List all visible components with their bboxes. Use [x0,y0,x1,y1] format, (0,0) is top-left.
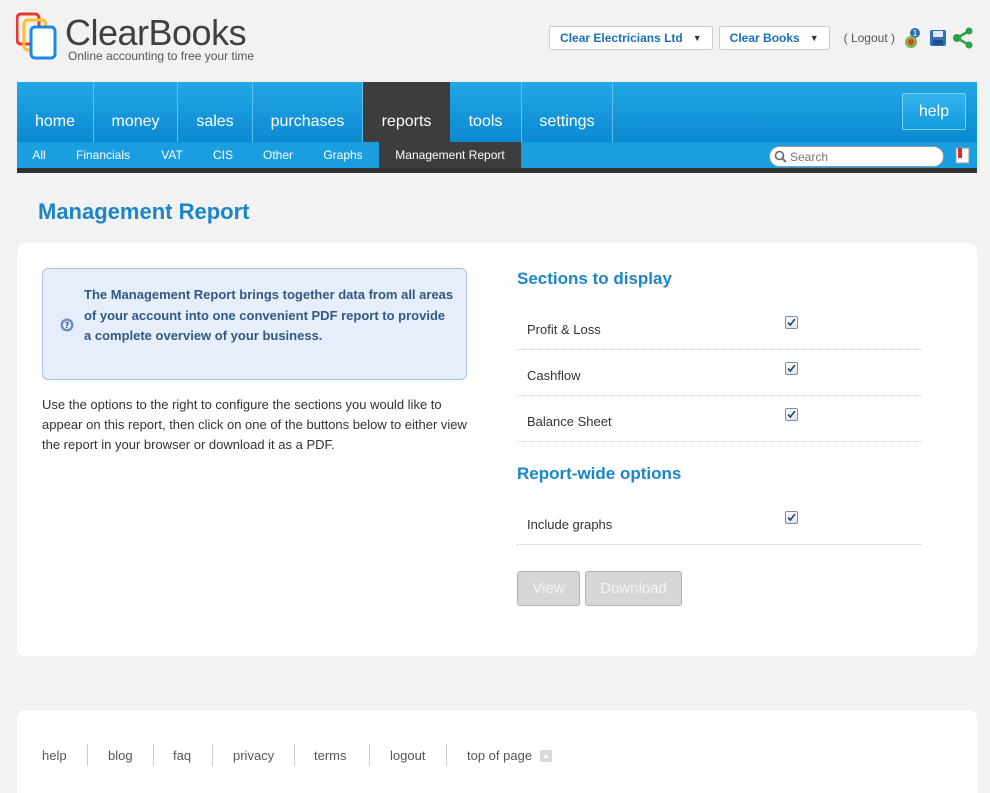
footer-link-logout[interactable]: logout [390,748,425,763]
svg-text:?: ? [65,321,70,330]
account-toolbar: Clear Electricians Ltd ▼ Clear Books ▼ (… [549,25,974,51]
footer-divider [369,744,370,766]
nav-home[interactable]: home [17,82,94,142]
option-label: Cashflow [527,368,581,383]
info-text: The Management Report brings together da… [84,287,454,343]
info-box: ? The Management Report brings together … [42,268,467,380]
help-info-icon: ? [60,318,74,332]
subnav-cis[interactable]: CIS [205,142,241,168]
download-button[interactable]: Download [585,571,682,606]
nav-purchases[interactable]: purchases [253,82,363,142]
reports-subnav: All Financials VAT CIS Other Graphs Mana… [17,142,977,173]
option-row-balance-sheet: Balance Sheet [517,396,921,442]
save-icon[interactable] [927,27,949,49]
footer-divider [446,744,447,766]
search-icon [774,150,787,163]
subnav-management-report[interactable]: Management Report [379,142,521,168]
subnav-other[interactable]: Other [255,142,301,168]
option-label: Balance Sheet [527,414,612,429]
footer-link-top-of-page[interactable]: top of page [467,748,532,763]
include-graphs-checkbox[interactable] [785,511,798,524]
product-selector[interactable]: Clear Books ▼ [718,26,830,50]
footer-divider [294,744,295,766]
option-label: Profit & Loss [527,322,601,337]
balance-sheet-checkbox[interactable] [785,408,798,421]
pdf-icon[interactable] [955,147,971,164]
sections-heading: Sections to display [517,269,672,288]
logout-link[interactable]: ( Logout ) [844,31,895,45]
subnav-graphs[interactable]: Graphs [315,142,371,168]
cashflow-checkbox[interactable] [785,362,798,375]
option-row-cashflow: Cashflow [517,350,921,396]
option-row-include-graphs: Include graphs [517,499,921,545]
footer-link-blog[interactable]: blog [108,748,133,763]
nav-sales[interactable]: sales [178,82,253,142]
option-row-profit-loss: Profit & Loss [517,304,921,350]
nav-reports[interactable]: reports [363,82,450,142]
footer-link-faq[interactable]: faq [173,748,191,763]
product-selector-label: Clear Books [729,31,800,45]
company-selector[interactable]: Clear Electricians Ltd ▼ [549,26,713,50]
report-config-card: ? The Management Report brings together … [17,243,977,656]
user-status-icon[interactable]: 1 [902,27,924,49]
footer-divider [87,744,88,766]
footer-link-help[interactable]: help [42,748,67,763]
option-label: Include graphs [527,517,613,532]
profit-loss-checkbox[interactable] [785,316,798,329]
footer-link-privacy[interactable]: privacy [233,748,274,763]
view-button[interactable]: View [517,571,580,606]
subnav-vat[interactable]: VAT [153,142,191,168]
footer-divider [153,744,154,766]
nav-tools[interactable]: tools [450,82,522,142]
search-input[interactable] [790,149,930,164]
brand-tagline: Online accounting to free your time [68,49,255,63]
chevron-down-icon: ▼ [809,33,819,43]
logo[interactable]: ClearBooks Online accounting to free you… [16,10,256,68]
main-nav: home money sales purchases reports tools… [17,82,977,142]
nav-settings[interactable]: settings [522,82,613,142]
footer-link-terms[interactable]: terms [314,748,347,763]
help-button[interactable]: help [902,93,966,130]
page-title: Management Report [38,199,250,224]
footer: help blog faq privacy terms logout top o… [17,710,977,793]
search-box [769,146,944,167]
chevron-down-icon: ▼ [692,33,702,43]
brand-name: ClearBooks [65,12,247,53]
company-selector-label: Clear Electricians Ltd [560,31,683,45]
footer-divider [212,744,213,766]
share-icon[interactable] [952,27,974,49]
arrow-up-icon[interactable] [540,750,552,762]
report-options-heading: Report-wide options [517,464,682,483]
nav-money[interactable]: money [94,82,178,142]
clearbooks-logo-icon [16,12,57,60]
subnav-financials[interactable]: Financials [63,142,143,168]
subnav-all[interactable]: All [23,142,55,168]
instructions-text: Use the options to the right to configur… [42,397,467,452]
